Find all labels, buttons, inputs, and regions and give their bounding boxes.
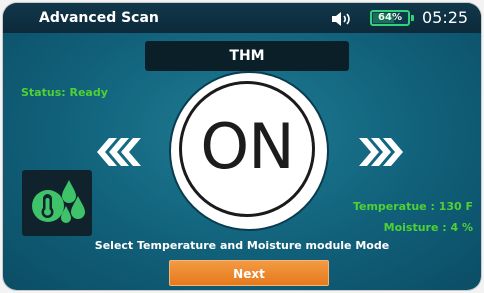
device-screen: Advanced Scan 64% 05:25 THM Status: Read…: [3, 3, 481, 290]
battery-tip: [411, 15, 414, 21]
chevron-right-icon[interactable]: [357, 135, 405, 169]
power-dial-ring: ON: [179, 81, 315, 217]
battery-icon: 64%: [370, 10, 410, 26]
power-state-label: ON: [200, 110, 294, 183]
status-text: Status: Ready: [21, 86, 108, 99]
temperature-reading: Temperatue : 130 F: [352, 200, 473, 213]
speaker-icon[interactable]: [331, 11, 353, 27]
top-bar: Advanced Scan 64% 05:25: [3, 3, 481, 33]
power-toggle[interactable]: ON: [171, 73, 327, 229]
moisture-reading: Moisture : 4 %: [383, 221, 473, 234]
app-title: Advanced Scan: [39, 10, 159, 26]
instruction-text: Select Temperature and Moisture module M…: [94, 239, 390, 252]
next-button[interactable]: Next: [169, 260, 329, 286]
thermometer-droplet-icon: [22, 170, 92, 236]
chevron-left-icon[interactable]: [95, 135, 143, 169]
battery-percent: 64%: [378, 12, 402, 23]
clock: 05:25: [422, 8, 469, 27]
module-name: THM: [145, 41, 349, 71]
